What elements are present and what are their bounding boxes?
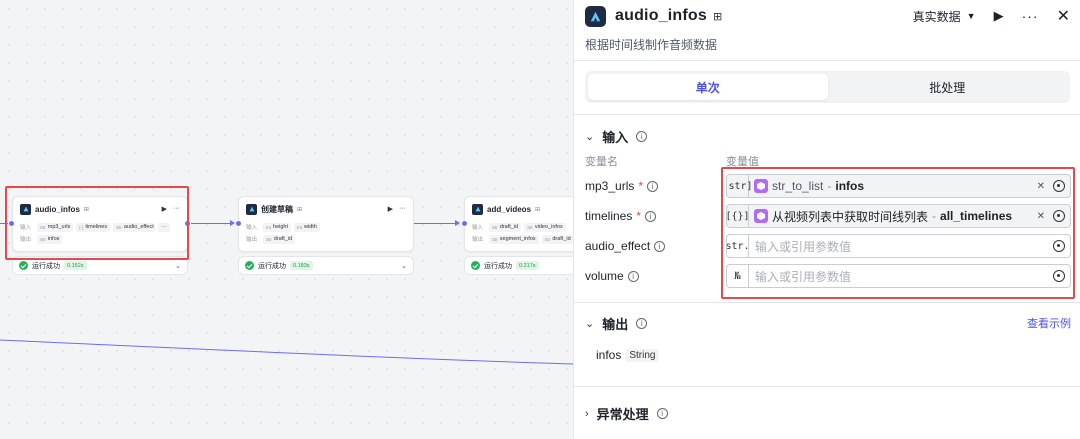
info-icon[interactable]: i: [636, 131, 648, 142]
panel-header: audio_infos ⊞ 真实数据 ▼ ▶ ··· ✕: [585, 5, 1070, 27]
output-chip: Str draft_id: [263, 234, 296, 244]
success-icon: [19, 261, 28, 270]
edge-arrow-icon: [455, 220, 460, 226]
status-text: 运行成功: [484, 262, 512, 270]
node-output-label: 输出: [472, 237, 484, 243]
badge-icon: ⊞: [535, 206, 541, 213]
required-mark: *: [638, 179, 644, 193]
section-title: 异常处理: [596, 407, 649, 422]
node-input-port[interactable]: [461, 220, 468, 227]
panel-description: 根据时间线制作音频数据: [585, 38, 718, 52]
tab-batch[interactable]: 批处理: [828, 74, 1068, 100]
status-text: 运行成功: [32, 262, 60, 270]
run-node-icon[interactable]: ▶: [388, 205, 393, 213]
data-mode-dropdown[interactable]: 真实数据 ▼: [913, 8, 976, 25]
plugin-icon: [585, 5, 606, 27]
input-chip: Int width: [294, 222, 320, 232]
input-chip: Int height: [263, 222, 292, 232]
output-chip: Str draft_id: [541, 234, 573, 244]
workflow-canvas[interactable]: audio_infos ⊞ ▶ ··· 输入 Str mp3_urls [-] ti…: [0, 0, 573, 439]
input-chip: Str video_infos: [524, 222, 566, 232]
run-icon[interactable]: ▶: [994, 8, 1004, 24]
input-section-header[interactable]: ⌄ 输入 i: [585, 127, 648, 146]
node-output-label: 输出: [246, 237, 258, 243]
variable-name: timelines: [585, 209, 633, 223]
node-create-draft[interactable]: 创建草稿 ⊞ ▶ ··· 输入 Int height Int width 输出 St…: [238, 196, 414, 252]
chevron-down-icon[interactable]: ⌄: [585, 130, 594, 143]
node-add-videos[interactable]: add_videos ⊞ 输入 Str draft_id Str video_inf…: [464, 196, 573, 252]
info-icon[interactable]: i: [654, 240, 666, 252]
variable-name: mp3_urls: [585, 179, 635, 193]
output-section-header[interactable]: ⌄ 输出 i: [585, 314, 648, 333]
node-input-port[interactable]: [235, 220, 242, 227]
input-chip: Str draft_id: [489, 222, 522, 232]
node-status-bar[interactable]: 运行成功 0.217s: [464, 256, 573, 275]
section-title: 输入: [602, 130, 629, 145]
node-input-label: 输入: [246, 225, 258, 231]
run-time: 0.152s: [64, 261, 87, 270]
chevron-down-icon[interactable]: ⌄: [585, 317, 594, 330]
caret-down-icon: ▼: [966, 11, 976, 21]
chevron-right-icon[interactable]: ›: [585, 408, 589, 420]
variable-name: audio_effect: [585, 239, 651, 253]
highlight-box: [721, 167, 1075, 299]
badge-icon: ⊞: [297, 206, 303, 213]
info-icon[interactable]: i: [627, 270, 639, 282]
output-chip: Str segment_infos: [489, 234, 539, 244]
plugin-icon: [246, 203, 257, 215]
node-input-label: 输入: [472, 225, 484, 231]
chevron-down-icon[interactable]: ⌄: [401, 262, 407, 270]
required-mark: *: [636, 209, 642, 223]
divider: [574, 302, 1080, 303]
status-text: 运行成功: [258, 262, 286, 270]
output-item: infos String: [596, 348, 660, 362]
badge-icon: ⊞: [712, 10, 723, 23]
divider: [574, 60, 1080, 61]
run-time: 0.217s: [516, 261, 539, 270]
error-handling-section-header[interactable]: › 异常处理 i: [585, 404, 668, 423]
node-title: add_videos: [487, 204, 532, 214]
output-type: String: [625, 348, 660, 362]
data-mode-label: 真实数据: [912, 9, 961, 24]
panel-title[interactable]: audio_infos: [615, 7, 707, 25]
plugin-icon: [472, 203, 483, 215]
node-title: 创建草稿: [261, 204, 293, 214]
edge-draft-to-videos: [414, 223, 456, 224]
highlight-box: [5, 186, 189, 260]
output-name: infos: [596, 348, 622, 362]
edge-long-curve: [0, 339, 573, 365]
view-example-link[interactable]: 查看示例: [1027, 315, 1071, 331]
success-icon: [245, 261, 254, 270]
info-icon[interactable]: i: [656, 408, 668, 419]
close-icon[interactable]: ✕: [1057, 6, 1070, 26]
tab-single[interactable]: 单次: [588, 74, 828, 100]
variable-name: volume: [585, 269, 624, 283]
more-icon[interactable]: ···: [399, 205, 406, 213]
run-mode-tabs: 单次 批处理: [585, 71, 1070, 103]
success-icon: [471, 261, 480, 270]
divider: [574, 386, 1080, 387]
edge-audio-to-draft: [190, 223, 232, 224]
info-icon[interactable]: i: [647, 180, 659, 192]
run-time: 0.183s: [290, 261, 313, 270]
column-header-name: 变量名: [585, 156, 618, 168]
info-icon[interactable]: i: [636, 318, 648, 329]
section-title: 输出: [602, 317, 629, 332]
chevron-down-icon[interactable]: ⌄: [175, 262, 181, 270]
info-icon[interactable]: i: [645, 210, 657, 222]
divider: [574, 114, 1080, 115]
node-status-bar[interactable]: 运行成功 0.183s ⌄: [238, 256, 414, 275]
more-icon[interactable]: ···: [1022, 8, 1039, 24]
